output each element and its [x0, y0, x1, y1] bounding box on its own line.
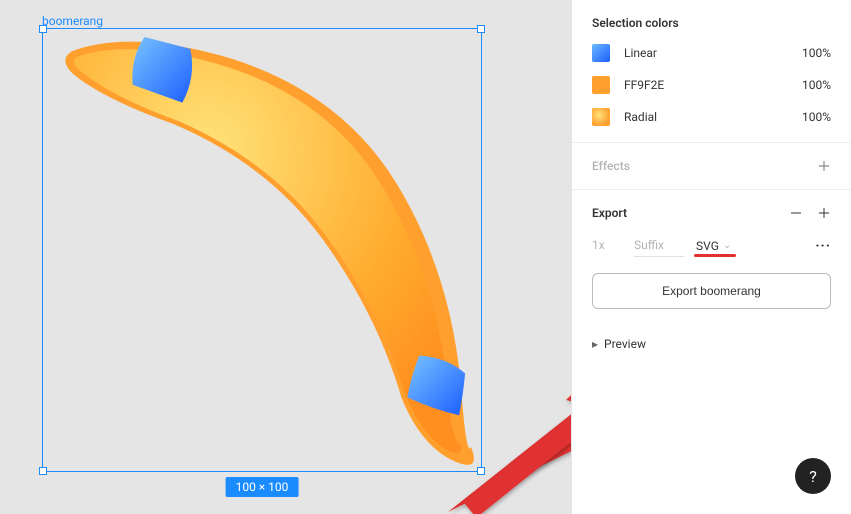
canvas-area[interactable]: boomerang 100 × 100 [0, 0, 571, 514]
add-effect-button[interactable] [817, 159, 831, 173]
export-section: Export 1x Suffix SVG ⌄ ··· Export boomer… [572, 190, 851, 325]
color-name: FF9F2E [624, 78, 788, 92]
export-format-select[interactable]: SVG ⌄ [696, 239, 731, 253]
color-name: Linear [624, 46, 788, 60]
color-opacity: 100% [802, 78, 831, 92]
color-opacity: 100% [802, 110, 831, 124]
effects-section: Effects [572, 143, 851, 190]
annotation-underline-icon [694, 254, 736, 257]
swatch-linear-icon[interactable] [592, 44, 610, 62]
chevron-down-icon: ⌄ [723, 240, 731, 251]
color-row-radial[interactable]: Radial 100% [592, 108, 831, 126]
export-suffix-input[interactable]: Suffix [634, 234, 684, 257]
export-more-button[interactable]: ··· [815, 238, 831, 254]
preview-section[interactable]: ▸ Preview [572, 325, 851, 367]
remove-export-button[interactable] [789, 206, 803, 220]
selection-label: boomerang [42, 14, 103, 28]
swatch-radial-icon[interactable] [592, 108, 610, 126]
add-export-button[interactable] [817, 206, 831, 220]
help-button[interactable]: ? [795, 458, 831, 494]
export-title: Export [592, 206, 627, 220]
selection-box[interactable]: 100 × 100 [42, 28, 482, 472]
color-row-solid[interactable]: FF9F2E 100% [592, 76, 831, 94]
export-format-label: SVG [696, 239, 719, 253]
color-opacity: 100% [802, 46, 831, 60]
export-button[interactable]: Export boomerang [592, 273, 831, 309]
dimensions-badge: 100 × 100 [226, 477, 299, 497]
effects-title: Effects [592, 159, 630, 173]
inspector-sidebar: Selection colors Linear 100% FF9F2E 100%… [571, 0, 851, 514]
export-scale-select[interactable]: 1x [592, 234, 622, 257]
selection-colors-title: Selection colors [592, 16, 831, 30]
color-row-linear[interactable]: Linear 100% [592, 44, 831, 62]
export-settings-row: 1x Suffix SVG ⌄ ··· [592, 234, 831, 257]
preview-label: Preview [604, 337, 646, 351]
swatch-solid-icon[interactable] [592, 76, 610, 94]
boomerang-shape[interactable] [43, 29, 481, 471]
caret-right-icon: ▸ [592, 337, 598, 351]
color-name: Radial [624, 110, 788, 124]
selection-colors-section: Selection colors Linear 100% FF9F2E 100%… [572, 0, 851, 143]
